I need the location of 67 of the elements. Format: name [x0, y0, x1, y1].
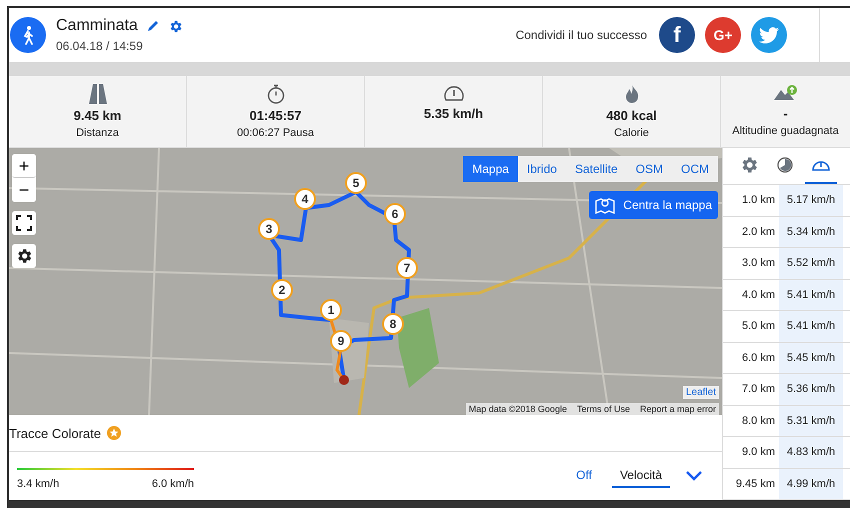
share-label: Condividi il tuo successo [516, 28, 647, 42]
stopwatch-icon [266, 84, 284, 104]
split-speed-cell: 5.31 km/h [779, 406, 843, 436]
mountain-icon [774, 84, 798, 102]
split-speed-cell: 5.41 km/h [779, 280, 843, 310]
split-speed-cell: 5.36 km/h [779, 374, 843, 404]
split-distance-cell-text: 8.0 km [740, 414, 776, 429]
track-mode-option[interactable]: Off [570, 464, 598, 488]
stat-value: 5.35 km/h [424, 106, 484, 121]
map-layer-tab[interactable]: OSM [626, 156, 672, 182]
split-distance-cell-text: 9.0 km [740, 445, 776, 460]
twitter-share-button[interactable] [751, 17, 787, 53]
map-layer-tab[interactable]: OCM [672, 156, 718, 182]
min-speed-label: 3.4 km/h [17, 478, 60, 490]
split-speed-cell: 5.41 km/h [779, 311, 843, 342]
split-distance-cell-text: 4.0 km [740, 288, 776, 303]
split-speed-cell: 4.83 km/h [779, 437, 843, 468]
map-attribution[interactable]: Report a map error [640, 404, 716, 414]
split-distance-cell-text: 6.0 km [740, 350, 776, 366]
map-layer-tab[interactable]: Satellite [566, 156, 627, 182]
stat-value: - [783, 106, 788, 121]
fullscreen-icon [16, 215, 32, 231]
split-distance-cell-text: 2.0 km [740, 224, 776, 240]
track-mode-option[interactable]: Velocità [612, 464, 670, 488]
clock-icon [777, 157, 793, 173]
activity-title: Camminata [56, 17, 138, 35]
walking-person-icon [10, 17, 46, 53]
speedometer-icon [442, 84, 464, 102]
map-attribution: Map data ©2018 Google [468, 404, 567, 414]
facebook-share-button[interactable]: f [659, 17, 695, 53]
leaflet-attribution[interactable]: Leaflet [682, 386, 719, 399]
split-speed-cell: 5.45 km/h [779, 342, 843, 373]
stat-label: Altitudine guadagnata [732, 125, 839, 137]
split-distance-cell-text: 5.0 km [740, 319, 776, 334]
zoom-in-button[interactable]: + [12, 154, 36, 178]
stat-value: 9.45 km [74, 108, 122, 123]
split-distance-cell-text: 9.45 km [734, 476, 776, 492]
google-plus-share-button[interactable]: G+ [705, 17, 741, 53]
road-icon [88, 84, 106, 104]
max-speed-label: 6.0 km/h [152, 478, 194, 490]
stat-label: Calorie [614, 127, 649, 139]
map-attribution[interactable]: Terms of Use [576, 404, 630, 414]
split-speed-cell: 5.52 km/h [779, 248, 843, 278]
activity-datetime: 06.04.18 / 14:59 [56, 39, 144, 53]
stat-label: 00:06:27 Pausa [236, 127, 314, 139]
split-speed-cell: 5.17 km/h [779, 185, 843, 216]
settings-button[interactable] [12, 244, 36, 268]
center-map-button[interactable]: Centra la mappa [589, 191, 718, 219]
chevron-down-icon[interactable] [686, 471, 702, 481]
map-pin-icon [595, 196, 616, 214]
map-layer-tab[interactable]: Mappa [463, 156, 518, 182]
split-distance-cell-text: 7.0 km [740, 382, 776, 398]
split-speed-cell: 5.34 km/h [779, 216, 843, 247]
flame-icon [624, 84, 640, 104]
bird-icon [759, 26, 779, 44]
stat-label: Distanza [76, 127, 119, 139]
split-distance-cell-text: 3.0 km [740, 256, 776, 272]
stat-value: 480 kcal [606, 108, 657, 123]
speedometer-icon [811, 158, 831, 172]
fullscreen-button[interactable] [12, 211, 36, 235]
colored-tracks-title: Tracce Colorate [9, 426, 101, 440]
map-layer-tab[interactable]: Ibrido [518, 156, 566, 182]
stat-value: 01:45:57 [249, 108, 302, 123]
pencil-icon[interactable] [146, 19, 160, 33]
split-distance-cell-text: 1.0 km [740, 193, 776, 208]
star-badge-icon [107, 426, 121, 440]
split-speed-cell: 4.99 km/h [779, 468, 843, 499]
